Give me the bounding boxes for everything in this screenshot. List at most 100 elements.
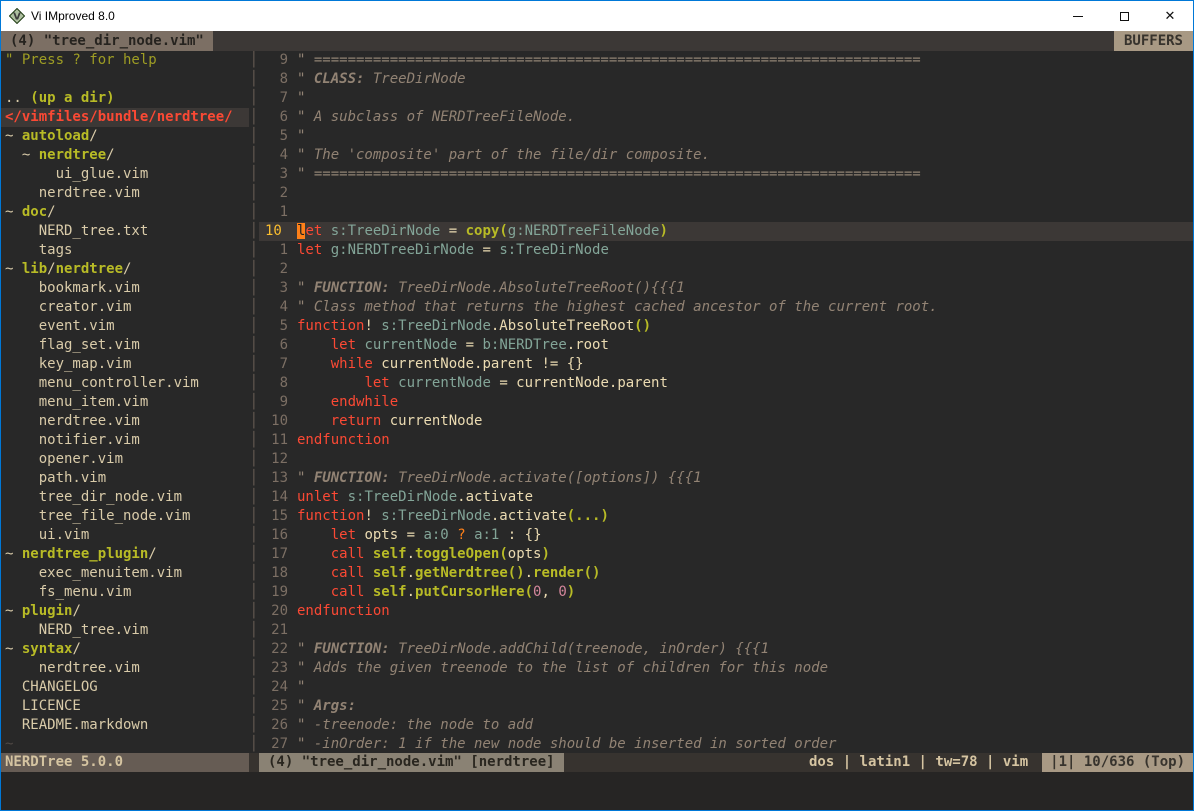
tree-item[interactable]: ~ plugin/ [1, 602, 249, 621]
tree-item[interactable]: menu_item.vim [1, 393, 249, 412]
tree-item[interactable]: tags [1, 241, 249, 260]
nerdtree-status: NERDTree 5.0.0 [1, 753, 249, 772]
minimize-icon [1073, 16, 1083, 17]
nerdtree-sidebar: " Press ? for help .. (up a dir)</vimfile… [1, 51, 249, 753]
close-button[interactable]: ✕ [1147, 1, 1193, 31]
code-line[interactable]: 13" FUNCTION: TreeDirNode.activate([opti… [259, 469, 1193, 488]
code-token: endwhile [331, 394, 398, 410]
tree-item[interactable]: fs_menu.vim [1, 583, 249, 602]
code-token: " ======================================… [297, 52, 921, 68]
tree-item[interactable]: ~ autoload/ [1, 127, 249, 146]
tree-item[interactable]: event.vim [1, 317, 249, 336]
tree-item[interactable]: .. (up a dir) [1, 89, 249, 108]
command-line[interactable] [1, 772, 1193, 810]
window-separator[interactable]: │ │ │ │ │ │ │ │ │ │ │ │ │ │ │ │ │ │ │ │ … [249, 51, 259, 753]
tree-item[interactable]: menu_controller.vim [1, 374, 249, 393]
code-line[interactable]: 9 endwhile [259, 393, 1193, 412]
code-line[interactable]: 2 [259, 184, 1193, 203]
tree-item[interactable]: key_map.vim [1, 355, 249, 374]
code-line[interactable]: 8" CLASS: TreeDirNode [259, 70, 1193, 89]
code-token: Args: [314, 698, 356, 714]
code-line[interactable]: 7" [259, 89, 1193, 108]
tree-item[interactable]: ~ nerdtree_plugin/ [1, 545, 249, 564]
code-line[interactable]: 6" A subclass of NERDTreeFileNode. [259, 108, 1193, 127]
position-indicator: |1| 10/636 (Top) [1042, 753, 1193, 772]
code-line[interactable]: 3" FUNCTION: TreeDirNode.AbsoluteTreeRoo… [259, 279, 1193, 298]
code-line[interactable]: 3" =====================================… [259, 165, 1193, 184]
code-line[interactable]: 4" Class method that returns the highest… [259, 298, 1193, 317]
code-line[interactable]: 26" -treenode: the node to add [259, 716, 1193, 735]
code-line[interactable]: 16 let opts = a:0 ? a:1 : {} [259, 526, 1193, 545]
code-line[interactable]: 1 [259, 203, 1193, 222]
code-line[interactable]: 23" Adds the given treenode to the list … [259, 659, 1193, 678]
code-line[interactable]: 1let g:NERDTreeDirNode = s:TreeDirNode [259, 241, 1193, 260]
tree-item[interactable]: CHANGELOG [1, 678, 249, 697]
code-line[interactable]: 24" [259, 678, 1193, 697]
tree-item[interactable]: " Press ? for help [1, 51, 249, 70]
tree-item[interactable]: ~ [1, 735, 249, 753]
tree-item[interactable]: tree_file_node.vim [1, 507, 249, 526]
tree-item[interactable]: creator.vim [1, 298, 249, 317]
code-line[interactable]: 14unlet s:TreeDirNode.activate [259, 488, 1193, 507]
tree-item[interactable]: ~ doc/ [1, 203, 249, 222]
tree-item[interactable]: nerdtree.vim [1, 184, 249, 203]
code-line[interactable]: 8 let currentNode = currentNode.parent [259, 374, 1193, 393]
tree-item[interactable]: ui.vim [1, 526, 249, 545]
code-line[interactable]: 6 let currentNode = b:NERDTree.root [259, 336, 1193, 355]
line-number: 24 [259, 678, 297, 697]
code-line[interactable]: 17 call self.toggleOpen(opts) [259, 545, 1193, 564]
tree-item[interactable]: NERD_tree.txt [1, 222, 249, 241]
code-line[interactable]: 11endfunction [259, 431, 1193, 450]
tree-item[interactable]: tree_dir_node.vim [1, 488, 249, 507]
code-line[interactable]: 20endfunction [259, 602, 1193, 621]
code-text [297, 260, 1193, 279]
tree-item[interactable]: path.vim [1, 469, 249, 488]
code-token: TreeDirNode [364, 71, 465, 87]
code-text [297, 184, 1193, 203]
code-line[interactable]: 19 call self.putCursorHere(0, 0) [259, 583, 1193, 602]
line-number: 1 [259, 203, 297, 222]
code-line[interactable]: 10 return currentNode [259, 412, 1193, 431]
tree-item[interactable] [1, 70, 249, 89]
tree-item[interactable]: nerdtree.vim [1, 659, 249, 678]
tree-item[interactable]: LICENCE [1, 697, 249, 716]
tree-item[interactable]: NERD_tree.vim [1, 621, 249, 640]
code-line[interactable]: 27" -inOrder: 1 if the new node should b… [259, 735, 1193, 753]
tree-item[interactable]: </vimfiles/bundle/nerdtree/ [1, 108, 249, 127]
code-line[interactable]: 5function! s:TreeDirNode.AbsoluteTreeRoo… [259, 317, 1193, 336]
tree-item[interactable]: opener.vim [1, 450, 249, 469]
code-line[interactable]: 18 call self.getNerdtree().render() [259, 564, 1193, 583]
vim-window: V Vi IMproved 8.0 ✕ (4) "tree_dir_node.v… [0, 0, 1194, 811]
tree-item-text: menu_item.vim [5, 394, 148, 410]
tree-item[interactable]: README.markdown [1, 716, 249, 735]
code-line[interactable]: 7 while currentNode.parent != {} [259, 355, 1193, 374]
tree-item[interactable]: notifier.vim [1, 431, 249, 450]
buffer-tab[interactable]: (4) "tree_dir_node.vim" [1, 31, 213, 51]
tree-item[interactable]: exec_menuitem.vim [1, 564, 249, 583]
code-line[interactable]: 2 [259, 260, 1193, 279]
maximize-icon [1120, 12, 1129, 21]
maximize-button[interactable] [1101, 1, 1147, 31]
code-text [297, 450, 1193, 469]
tree-item[interactable]: flag_set.vim [1, 336, 249, 355]
code-text [297, 621, 1193, 640]
tree-item[interactable]: ~ syntax/ [1, 640, 249, 659]
tree-item[interactable]: ~ nerdtree/ [1, 146, 249, 165]
code-line[interactable]: 12 [259, 450, 1193, 469]
code-line[interactable]: 10let s:TreeDirNode = copy(g:NERDTreeFil… [259, 222, 1193, 241]
code-line[interactable]: 15function! s:TreeDirNode.activate(...) [259, 507, 1193, 526]
code-line[interactable]: 4" The 'composite' part of the file/dir … [259, 146, 1193, 165]
code-line[interactable]: 22" FUNCTION: TreeDirNode.addChild(treen… [259, 640, 1193, 659]
code-line[interactable]: 9" =====================================… [259, 51, 1193, 70]
tree-item[interactable]: bookmark.vim [1, 279, 249, 298]
tree-item[interactable]: ui_glue.vim [1, 165, 249, 184]
code-line[interactable]: 5" [259, 127, 1193, 146]
tree-item[interactable]: nerdtree.vim [1, 412, 249, 431]
tree-item[interactable]: ~ lib/nerdtree/ [1, 260, 249, 279]
code-token: while [331, 356, 373, 372]
code-line[interactable]: 25" Args: [259, 697, 1193, 716]
minimize-button[interactable] [1055, 1, 1101, 31]
code-line[interactable]: 21 [259, 621, 1193, 640]
code-token: b:NERDTree [482, 337, 566, 353]
code-token: .root [567, 337, 609, 353]
